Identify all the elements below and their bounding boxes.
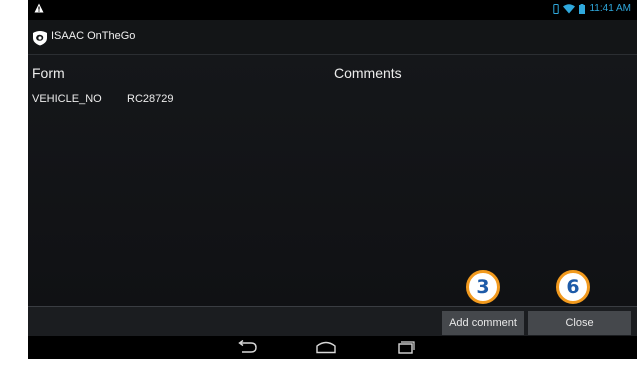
form-content: Form Comments VEHICLE_NO RC28729 xyxy=(28,55,637,306)
warning-icon xyxy=(34,3,44,13)
comments-column-header: Comments xyxy=(334,65,402,81)
vibrate-icon xyxy=(553,4,560,14)
form-column-header: Form xyxy=(32,65,65,81)
navigation-bar xyxy=(28,336,637,359)
step-badge-close: 6 xyxy=(556,270,590,304)
button-bar: Add comment Close xyxy=(28,306,637,337)
back-icon[interactable] xyxy=(236,340,258,354)
field-name: VEHICLE_NO xyxy=(32,93,102,105)
status-bar: 11:41 AM xyxy=(28,0,637,20)
recent-apps-icon[interactable] xyxy=(394,340,416,354)
home-icon[interactable] xyxy=(315,340,337,354)
field-value: RC28729 xyxy=(127,93,174,105)
action-bar: ISAAC OnTheGo xyxy=(28,20,637,55)
close-button[interactable]: Close xyxy=(528,311,631,335)
isaac-logo-icon xyxy=(33,31,47,46)
add-comment-button[interactable]: Add comment xyxy=(442,311,524,335)
status-icons: 11:41 AM xyxy=(553,4,631,14)
battery-icon xyxy=(579,4,586,14)
step-badge-add-comment: 3 xyxy=(466,270,500,304)
wifi-icon xyxy=(563,4,576,14)
status-time: 11:41 AM xyxy=(589,3,631,14)
device-screen: 11:41 AM ISAAC OnTheGo Form Comments VEH… xyxy=(28,0,637,359)
app-title: ISAAC OnTheGo xyxy=(51,30,136,42)
